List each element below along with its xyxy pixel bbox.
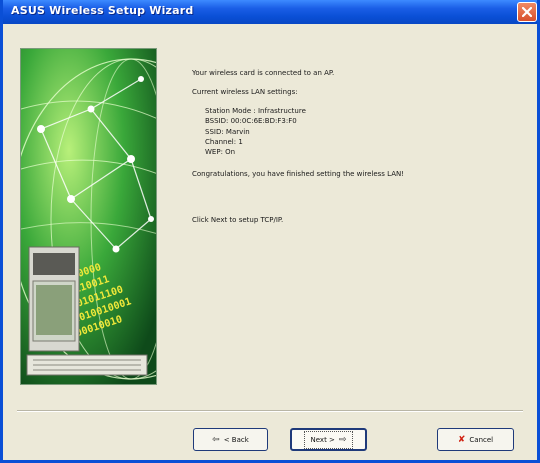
next-button[interactable]: Next > ⇨	[290, 428, 367, 451]
next-arrow-icon: ⇨	[338, 434, 347, 445]
close-icon	[522, 7, 532, 17]
setting-bssid: BSSID: 00:0C:6E:BD:F3:F0	[205, 117, 297, 126]
cancel-button-label: Cancel	[469, 435, 494, 444]
cancel-x-icon: ✘	[457, 434, 466, 445]
setting-wep: WEP: On	[205, 147, 236, 156]
back-arrow-icon: ⇦	[212, 434, 220, 445]
wizard-illustration: 10001010000 001000110011 1000101011100 0…	[20, 48, 157, 385]
back-button[interactable]: ⇦ < Back	[193, 428, 268, 451]
back-button-label: < Back	[223, 435, 249, 444]
settings-list: Station Mode : Infrastructure BSSID: 00:…	[205, 106, 522, 157]
title-bar[interactable]: ASUS Wireless Setup Wizard	[3, 0, 537, 24]
setting-ssid: SSID: Marvin	[205, 127, 250, 136]
connection-status: Your wireless card is connected to an AP…	[192, 69, 335, 77]
settings-heading: Current wireless LAN settings:	[192, 88, 298, 97]
setting-station-mode: Station Mode : Infrastructure	[205, 107, 306, 116]
footer-separator	[17, 410, 523, 412]
next-button-label: Next >	[310, 435, 335, 444]
close-button[interactable]	[517, 2, 537, 22]
setting-channel: Channel: 1	[205, 137, 243, 146]
cancel-button[interactable]: ✘ Cancel	[437, 428, 514, 451]
congratulations-message: Congratulations, you have finished setti…	[192, 169, 405, 178]
next-button-focus: Next > ⇨	[303, 430, 354, 449]
next-step-hint: Click Next to setup TCP/IP.	[192, 216, 284, 225]
window-title: ASUS Wireless Setup Wizard	[11, 4, 194, 17]
wizard-content: Your wireless card is connected to an AP…	[192, 68, 522, 225]
wizard-window: ASUS Wireless Setup Wizard 1000101011100…	[0, 0, 540, 463]
